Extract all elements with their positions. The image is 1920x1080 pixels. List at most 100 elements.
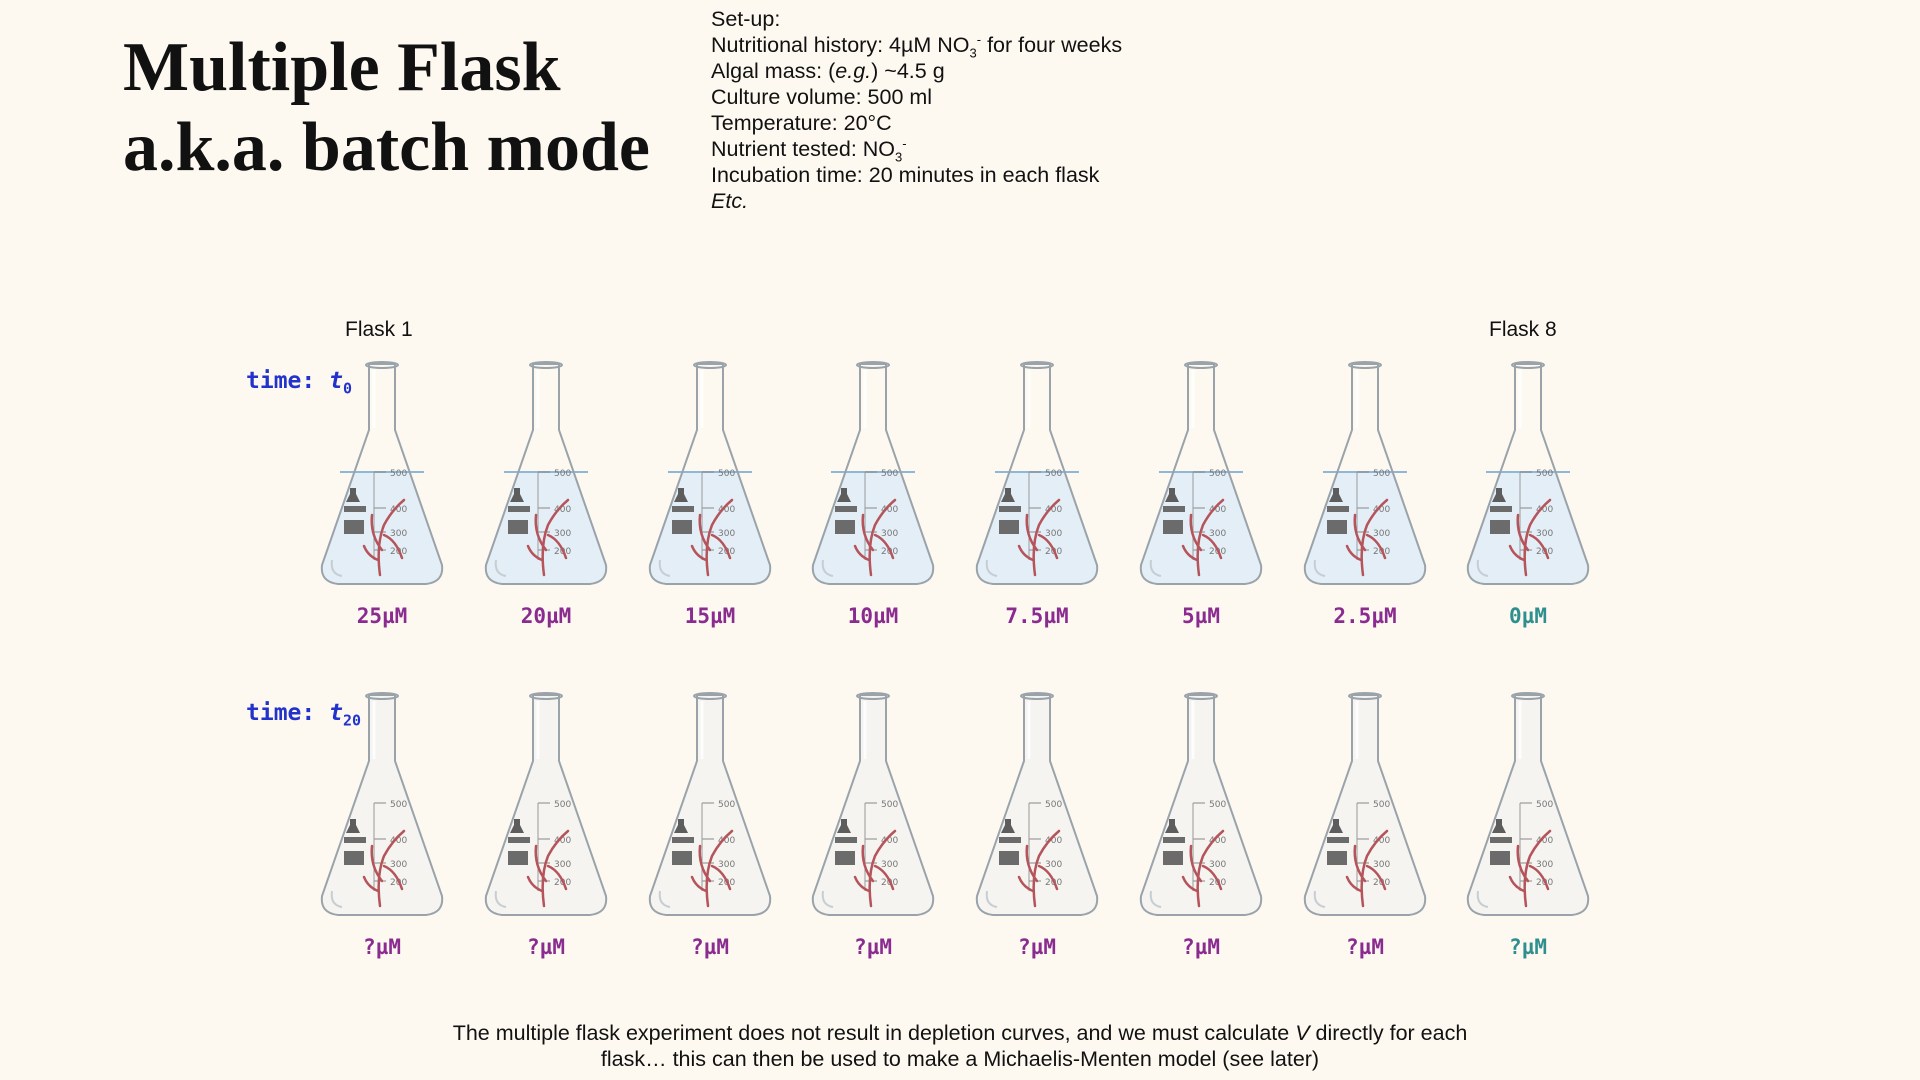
erlenmeyer-flask-icon: 500400300200 [811, 361, 935, 585]
flask-8-label: Flask 8 [1489, 318, 1557, 341]
title-line-1: Multiple Flask [123, 29, 561, 106]
svg-text:500: 500 [390, 800, 407, 810]
svg-text:500: 500 [1209, 469, 1226, 479]
svg-text:300: 300 [1045, 860, 1062, 870]
footer-note: The multiple flask experiment does not r… [380, 1020, 1540, 1072]
concentration-label: ?µM [527, 935, 565, 959]
erlenmeyer-flask-icon: 500400300200 [484, 692, 608, 916]
erlenmeyer-flask-icon: 500400300200 [320, 692, 444, 916]
erlenmeyer-flask-icon: 500400300200 [320, 361, 444, 585]
setup-heading: Set-up: [711, 7, 781, 31]
flask-1-label: Flask 1 [345, 318, 413, 341]
setup-etc: Etc. [711, 188, 1122, 214]
svg-text:300: 300 [1209, 860, 1226, 870]
setup-nutritional-text: Nutritional history: 4µM NO [711, 33, 970, 57]
footer-line-2: flask… this can then be used to make a M… [600, 1047, 1320, 1071]
svg-text:500: 500 [1373, 469, 1390, 479]
setup-algal-mass: Algal mass: (e.g.) ~4.5 g [711, 58, 1122, 84]
svg-text:500: 500 [1045, 800, 1062, 810]
flask-4: 500 400 300 200 [805, 691, 941, 919]
concentration-label: 20µM [520, 604, 572, 628]
flask-2: 500 400 300 200 [478, 360, 614, 588]
concentration-label: 0µM [1509, 604, 1547, 628]
flask-row-t20: 500 400 300 200 500 400 300 200 500 400 300 200 500 4… [0, 691, 1920, 921]
setup-nutrient-text: Nutrient tested: NO [711, 137, 896, 161]
concentration-label: 25µM [356, 604, 408, 628]
concentration-label: 7.5µM [1005, 604, 1069, 628]
setup-nutritional-history: Nutritional history: 4µM NO3- for four w… [711, 32, 1123, 61]
setup-temperature: Temperature: 20°C [711, 111, 892, 135]
setup-etc-text: Etc. [711, 189, 749, 213]
setup-nutrient-tested: Nutrient tested: NO3- [711, 136, 1122, 163]
svg-text:300: 300 [881, 529, 898, 539]
setup-algal-prefix: Algal mass: ( [711, 59, 836, 83]
svg-text:300: 300 [1536, 860, 1553, 870]
erlenmeyer-flask-icon: 500400300200 [1466, 361, 1590, 585]
erlenmeyer-flask-icon: 500400300200 [1466, 692, 1590, 916]
page-title: Multiple Flask a.k.a. batch mode [123, 28, 650, 188]
setup-nutritional-sub: 3 [969, 45, 977, 61]
setup-block: Set-up: Nutritional history: 4µM NO3- fo… [711, 6, 1122, 214]
concentration-label: ?µM [363, 935, 401, 959]
footer-part-2: directly for each [1309, 1021, 1468, 1045]
concentration-label: ?µM [854, 935, 892, 959]
setup-algal-suffix: ) ~4.5 g [871, 59, 945, 83]
footer-part-1: The multiple flask experiment does not r… [452, 1021, 1296, 1045]
flask-2: 500 400 300 200 [478, 691, 614, 919]
svg-text:500: 500 [1209, 800, 1226, 810]
concentration-label: 2.5µM [1333, 604, 1397, 628]
erlenmeyer-flask-icon: 500400300200 [648, 361, 772, 585]
concentration-label: ?µM [1346, 935, 1384, 959]
erlenmeyer-flask-icon: 500400300200 [484, 361, 608, 585]
flask-8: 500 400 300 200 [1460, 691, 1596, 919]
svg-text:300: 300 [1373, 529, 1390, 539]
flask-3: 500 400 300 200 [642, 691, 778, 919]
erlenmeyer-flask-icon: 500400300200 [648, 692, 772, 916]
flask-6: 500 400 300 200 [1133, 691, 1269, 919]
concentration-label: ?µM [691, 935, 729, 959]
svg-text:500: 500 [718, 469, 735, 479]
svg-text:300: 300 [554, 860, 571, 870]
erlenmeyer-flask-icon: 500400300200 [1139, 361, 1263, 585]
setup-nutritional-suffix: for four weeks [981, 33, 1123, 57]
svg-text:500: 500 [881, 469, 898, 479]
footer-line-1: The multiple flask experiment does not r… [380, 1020, 1540, 1046]
svg-text:500: 500 [554, 469, 571, 479]
svg-text:500: 500 [1536, 469, 1553, 479]
svg-text:300: 300 [881, 860, 898, 870]
svg-text:300: 300 [554, 529, 571, 539]
concentration-label: 5µM [1182, 604, 1220, 628]
svg-text:500: 500 [390, 469, 407, 479]
concentration-label: ?µM [1182, 935, 1220, 959]
svg-text:500: 500 [881, 800, 898, 810]
svg-text:300: 300 [390, 860, 407, 870]
flask-1: 500 400 300 200 [314, 691, 450, 919]
setup-algal-eg: e.g. [835, 59, 872, 83]
svg-text:500: 500 [718, 800, 735, 810]
title-line-2: a.k.a. batch mode [123, 109, 650, 186]
concentration-label: ?µM [1509, 935, 1547, 959]
erlenmeyer-flask-icon: 500400300200 [1303, 361, 1427, 585]
svg-text:300: 300 [1045, 529, 1062, 539]
concentration-label: 15µM [684, 604, 736, 628]
flask-1: 500 400 300 200 [314, 360, 450, 588]
flask-3: 500 400 300 200 [642, 360, 778, 588]
svg-text:500: 500 [1536, 800, 1553, 810]
svg-text:300: 300 [390, 529, 407, 539]
setup-incubation-time: Incubation time: 20 minutes in each flas… [711, 163, 1100, 187]
svg-text:300: 300 [1536, 529, 1553, 539]
flask-row-t0: 500 400 300 200 500 400 300 200 500 400 300 200 500 4… [0, 360, 1920, 590]
flask-7: 500 400 300 200 [1297, 360, 1433, 588]
svg-text:300: 300 [718, 860, 735, 870]
erlenmeyer-flask-icon: 500400300200 [1139, 692, 1263, 916]
flask-6: 500 400 300 200 [1133, 360, 1269, 588]
setup-culture-volume: Culture volume: 500 ml [711, 85, 933, 109]
erlenmeyer-flask-icon: 500400300200 [811, 692, 935, 916]
svg-text:300: 300 [1209, 529, 1226, 539]
erlenmeyer-flask-icon: 500400300200 [975, 361, 1099, 585]
flask-4: 500 400 300 200 [805, 360, 941, 588]
flask-5: 500 400 300 200 [969, 360, 1105, 588]
concentration-label: ?µM [1018, 935, 1056, 959]
svg-text:500: 500 [1045, 469, 1062, 479]
svg-text:300: 300 [1373, 860, 1390, 870]
